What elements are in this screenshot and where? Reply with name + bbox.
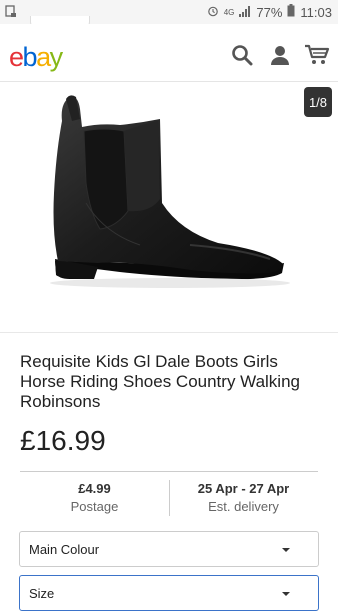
logo-letter: e bbox=[9, 42, 24, 72]
delivery-block: 25 Apr - 27 Apr Est. delivery bbox=[169, 478, 318, 514]
postage-block: £4.99 Postage bbox=[20, 478, 169, 514]
battery-percent: 77% bbox=[256, 4, 283, 20]
alarm-icon bbox=[207, 5, 219, 20]
notification-icon bbox=[5, 5, 17, 21]
search-icon[interactable] bbox=[231, 44, 257, 70]
network-type: 4G bbox=[223, 7, 235, 17]
size-label: Size bbox=[29, 586, 55, 601]
ebay-logo[interactable]: ebay bbox=[9, 42, 64, 73]
shipping-info: £4.99 Postage 25 Apr - 27 Apr Est. deliv… bbox=[20, 478, 318, 520]
logo-letter: a bbox=[36, 42, 51, 72]
postage-value: £4.99 bbox=[78, 481, 111, 496]
user-icon[interactable] bbox=[269, 44, 295, 70]
delivery-label: Est. delivery bbox=[208, 499, 279, 514]
status-bar: 4G 77% 11:03 bbox=[0, 0, 338, 28]
cart-icon[interactable] bbox=[304, 44, 330, 70]
logo-letter: y bbox=[49, 42, 64, 72]
boot-image bbox=[50, 95, 290, 288]
logo-letter: b bbox=[22, 42, 38, 72]
delivery-value: 25 Apr - 27 Apr bbox=[197, 481, 290, 496]
chevron-down-icon bbox=[282, 592, 290, 596]
product-price: £16.99 bbox=[20, 425, 106, 456]
product-title: Requisite Kids Gl Dale Boots Girls Horse… bbox=[20, 352, 300, 411]
site-header: ebay bbox=[0, 24, 338, 82]
size-select[interactable]: Size bbox=[19, 575, 319, 611]
main-colour-label: Main Colour bbox=[29, 542, 100, 557]
signal-icon bbox=[239, 5, 251, 20]
postage-label: Postage bbox=[70, 499, 119, 514]
divider bbox=[20, 471, 318, 472]
product-image-gallery[interactable]: 1/8 bbox=[0, 83, 338, 333]
main-colour-select[interactable]: Main Colour bbox=[19, 531, 319, 567]
battery-icon bbox=[287, 4, 295, 20]
clock: 11:03 bbox=[300, 4, 332, 20]
chevron-down-icon bbox=[282, 548, 290, 552]
